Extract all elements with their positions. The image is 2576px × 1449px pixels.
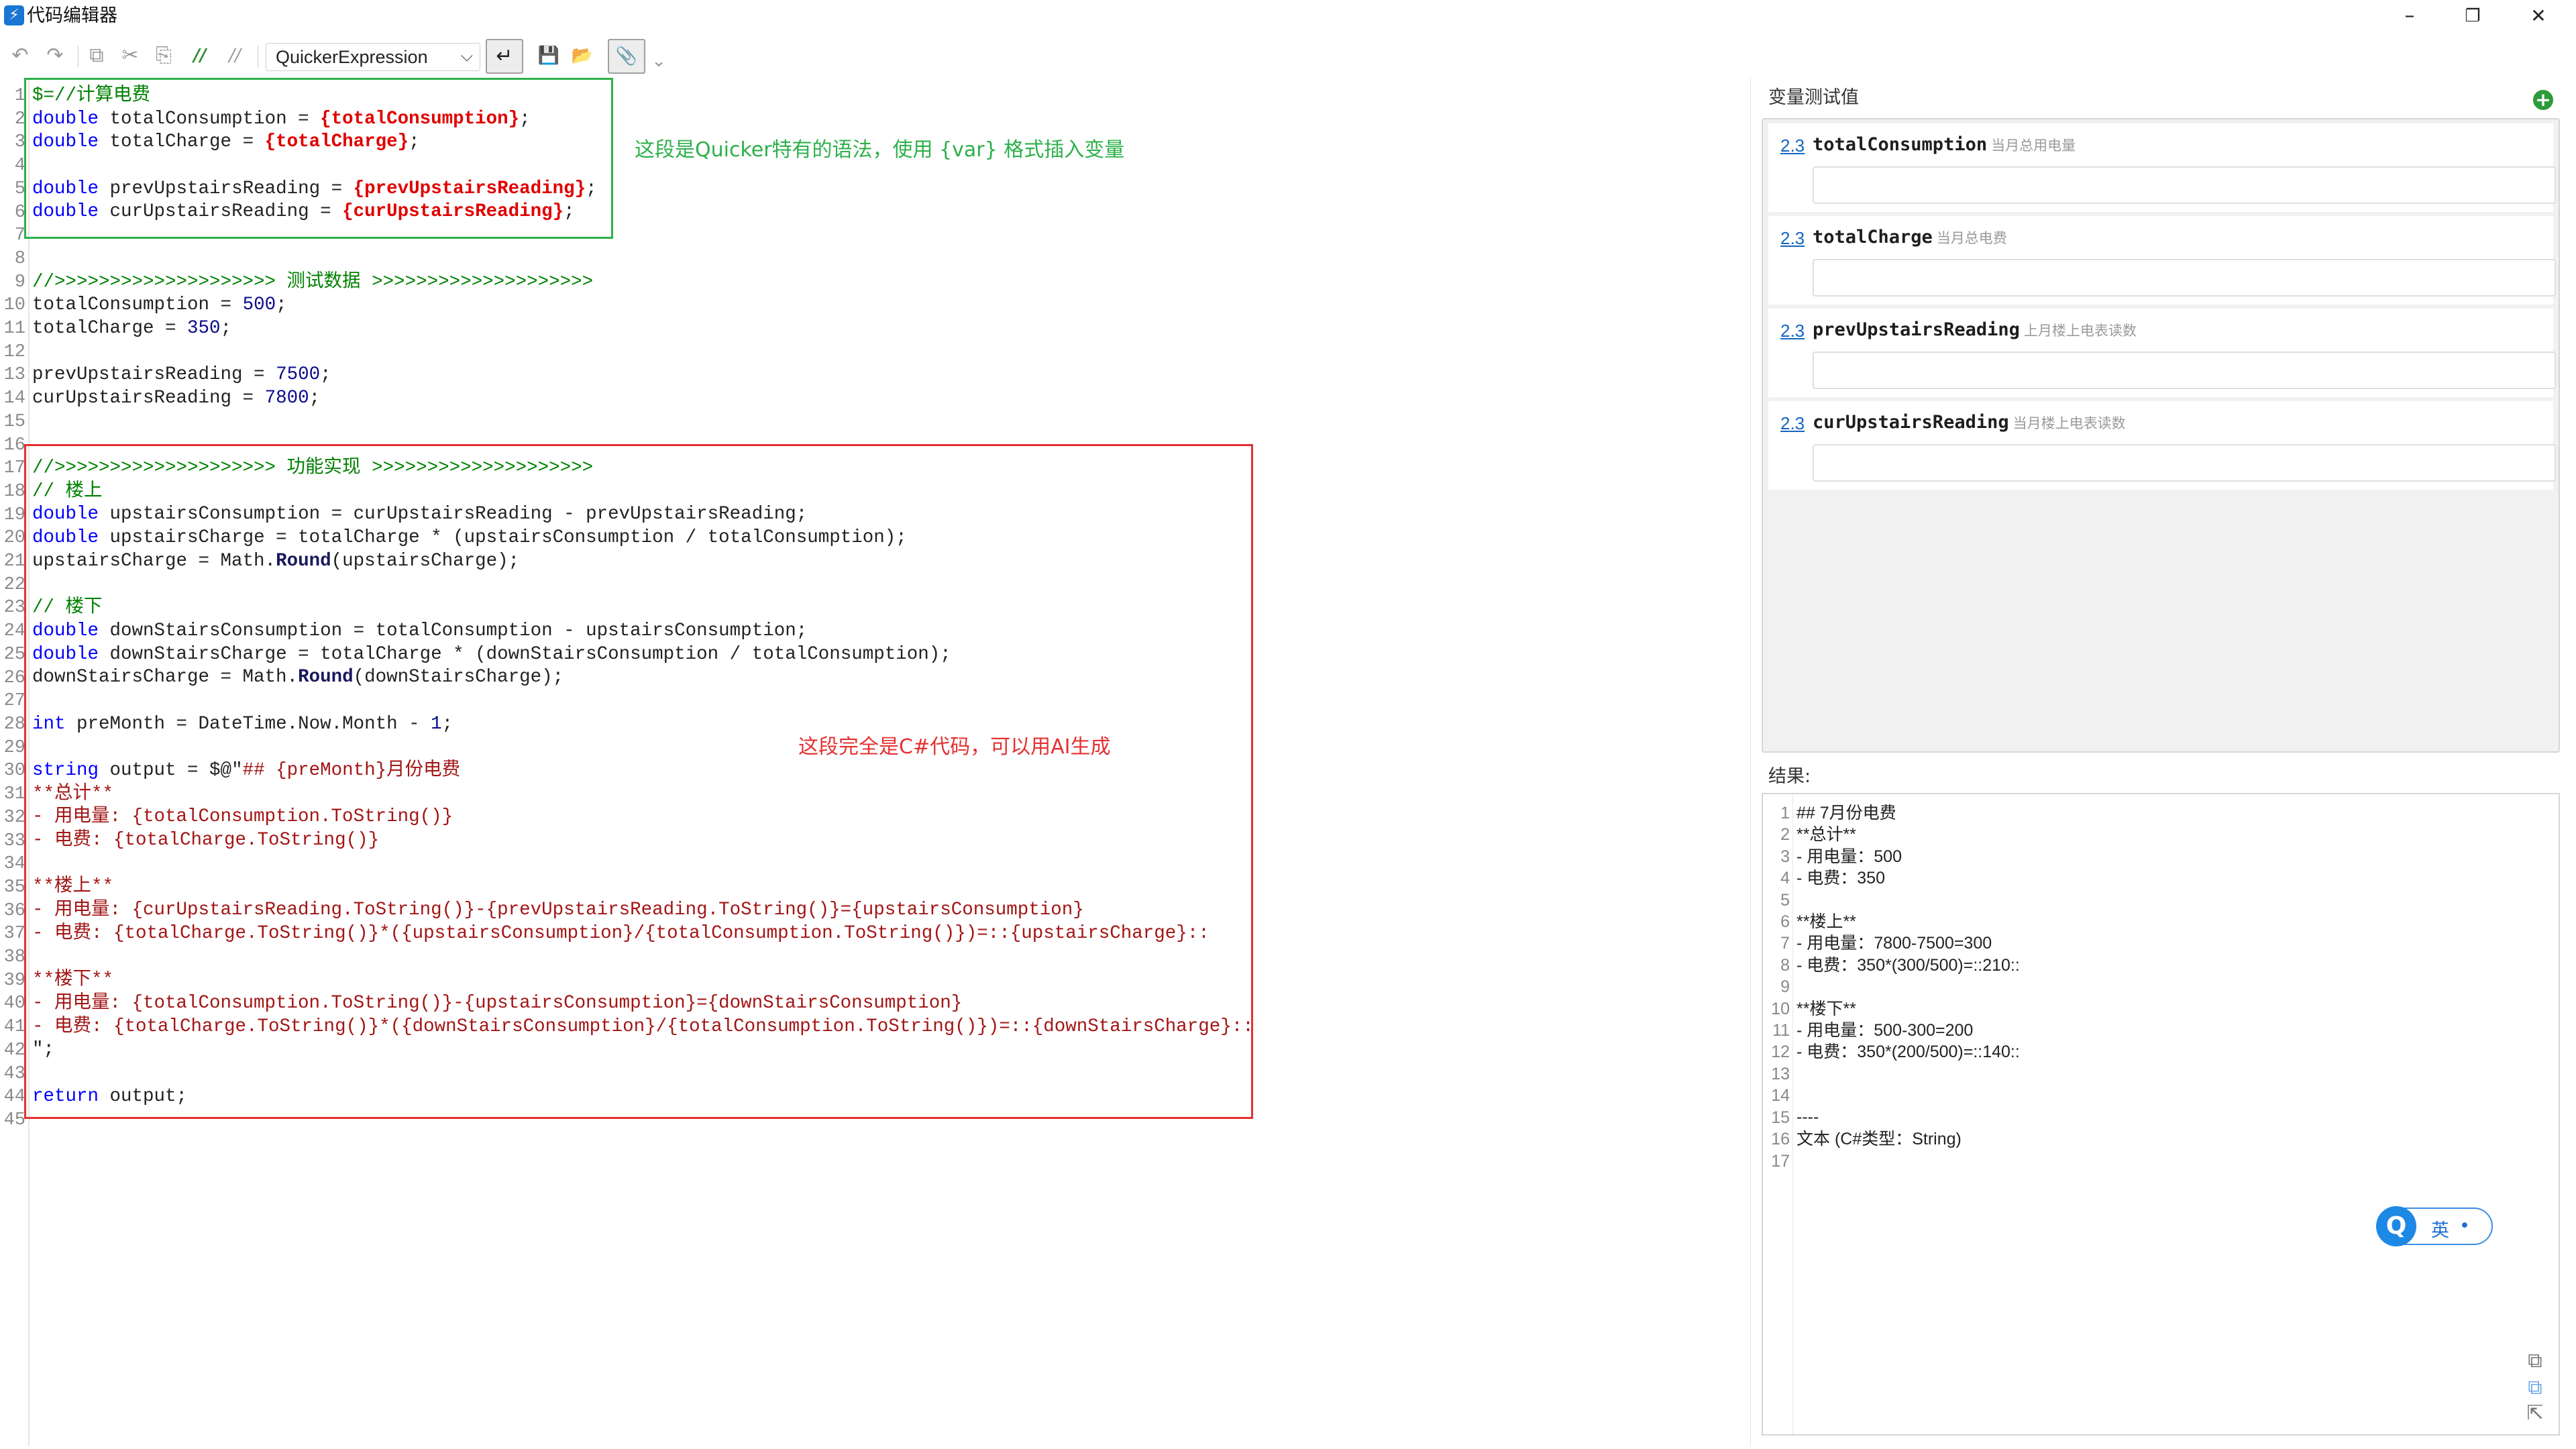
code-line: prevUpstairsReading = 7500; <box>32 364 331 386</box>
code-line: //>>>>>>>>>>>>>>>>>>>> 测试数据 >>>>>>>>>>>>… <box>32 271 594 292</box>
result-line: - 电费：350*(200/500)=::140:: <box>1796 1042 2020 1062</box>
toolbar: ↶ ↷ ⧉ ✂ ⎘ // // QuickerExpression ⌵ ↵ 💾 … <box>0 38 678 74</box>
result-text[interactable]: ## 7月份电费 **总计** - 用电量：500 - 电费：350 **楼上** - … <box>1796 802 2020 1172</box>
copy-icon[interactable]: ⧉ <box>83 42 110 70</box>
csharp-code-annotation: 这段完全是C#代码，可以用AI生成 <box>798 735 1111 759</box>
variable-name: curUpstairsReading 当月楼上电表读数 <box>1813 412 2126 433</box>
code-line: curUpstairsReading = 7800; <box>32 387 321 409</box>
copy-all-icon[interactable]: ⧉ <box>2524 1377 2546 1399</box>
redo-icon[interactable]: ↷ <box>42 42 68 70</box>
result-line: - 用电量：7800-7500=300 <box>1796 934 1992 953</box>
result-output[interactable]: 1 2 3 4 5 6 7 8 9 10 11 12 13 14 15 16 1… <box>1762 793 2560 1436</box>
ime-logo-icon: Q <box>2376 1206 2416 1246</box>
open-folder-icon[interactable]: 📂 <box>569 42 596 70</box>
ime-language-label[interactable]: 英 <box>2431 1216 2449 1242</box>
result-line: ## 7月份电费 <box>1796 804 1896 822</box>
ime-status-widget[interactable]: Q 英 • <box>2376 1206 2493 1246</box>
variable-name: totalCharge 当月总电费 <box>1813 227 2007 248</box>
quicker-syntax-annotation: 这段是Quicker特有的语法，使用 {var} 格式插入变量 <box>635 138 1125 162</box>
result-label: 结果: <box>1768 766 1811 787</box>
variables-panel-title: 变量测试值 <box>1768 87 1859 108</box>
save-icon[interactable]: 💾 <box>535 42 562 70</box>
maximize-button[interactable]: ❐ <box>2459 3 2486 30</box>
code-line: totalCharge = 350; <box>32 317 232 339</box>
number-type-icon[interactable]: 2.3 <box>1780 136 1805 156</box>
variable-card: 2.3 curUpstairsReading 当月楼上电表读数 <box>1768 401 2556 490</box>
uncomment-icon[interactable]: // <box>221 42 248 70</box>
pin-toggle-icon[interactable]: 📎 <box>608 39 645 74</box>
result-line: 文本 (C#类型：String) <box>1796 1129 1962 1148</box>
result-line: - 电费：350*(300/500)=::210:: <box>1796 955 2020 975</box>
chevron-down-icon: ⌵ <box>460 46 473 65</box>
result-line <box>1796 1150 2020 1171</box>
language-select-value: QuickerExpression <box>276 47 428 67</box>
result-line <box>1796 890 2020 911</box>
title-bar: ⚡ 代码编辑器 – ❐ ✕ <box>0 0 2576 34</box>
result-line: **楼上** <box>1796 912 1856 931</box>
code-line: totalConsumption = 500; <box>32 294 287 316</box>
variable-value-input[interactable] <box>1813 352 2556 389</box>
number-type-icon[interactable]: 2.3 <box>1780 413 1805 434</box>
result-line <box>1796 1085 2020 1106</box>
variable-card: 2.3 prevUpstairsReading 上月楼上电表读数 <box>1768 309 2556 397</box>
number-type-icon[interactable]: 2.3 <box>1780 228 1805 249</box>
result-line <box>1796 976 2020 998</box>
result-line: - 电费：350 <box>1796 869 1885 888</box>
csharp-code-highlight-box <box>24 444 1253 1119</box>
variable-name: totalConsumption 当月总用电量 <box>1813 134 2076 155</box>
window-title: 代码编辑器 <box>27 5 117 26</box>
result-line: **楼下** <box>1796 999 1856 1018</box>
variable-description: 当月总电费 <box>1936 230 2007 246</box>
comment-icon[interactable]: // <box>186 42 213 70</box>
language-select[interactable]: QuickerExpression ⌵ <box>266 43 480 71</box>
result-line: - 用电量：500 <box>1796 847 1902 866</box>
more-options-icon[interactable]: ⌄ <box>645 47 672 75</box>
quicker-syntax-highlight-box <box>24 78 613 239</box>
ime-punctuation-icon[interactable]: • <box>2459 1216 2470 1236</box>
result-line: **总计** <box>1796 825 1856 845</box>
variable-value-input[interactable] <box>1813 444 2556 482</box>
editor-divider <box>1750 78 1751 1446</box>
copy-result-icon[interactable]: ⧉ <box>2524 1350 2546 1373</box>
variable-description: 上月楼上电表读数 <box>2023 323 2137 339</box>
number-type-icon[interactable]: 2.3 <box>1780 321 1805 341</box>
variable-card: 2.3 totalCharge 当月总电费 <box>1768 216 2556 305</box>
result-line <box>1796 1063 2020 1085</box>
variable-description: 当月楼上电表读数 <box>2012 415 2126 431</box>
add-variable-button[interactable]: + <box>2533 90 2553 110</box>
code-editor[interactable]: 1 2 3 4 5 6 7 8 9 10 11 12 13 14 15 16 1… <box>0 78 1751 1446</box>
variable-card: 2.3 totalConsumption 当月总用电量 <box>1768 123 2556 212</box>
result-line: ---- <box>1796 1108 1819 1127</box>
variable-description: 当月总用电量 <box>1991 138 2076 154</box>
variables-panel: 2.3 totalConsumption 当月总用电量 2.3 totalChar… <box>1762 118 2560 753</box>
variable-name: prevUpstairsReading 上月楼上电表读数 <box>1813 319 2137 340</box>
result-line-numbers: 1 2 3 4 5 6 7 8 9 10 11 12 13 14 15 16 1… <box>1771 804 1790 1171</box>
variable-value-input[interactable] <box>1813 166 2556 204</box>
result-line: - 用电量：500-300=200 <box>1796 1020 1974 1040</box>
app-logo-icon: ⚡ <box>4 5 24 25</box>
paste-icon[interactable]: ⎘ <box>150 42 177 70</box>
line-numbers: 1 2 3 4 5 6 7 8 9 10 11 12 13 14 15 16 1… <box>3 86 25 1130</box>
word-wrap-toggle-icon[interactable]: ↵ <box>486 39 523 74</box>
minimize-button[interactable]: – <box>2396 3 2423 30</box>
expand-icon[interactable]: ⇱ <box>2524 1402 2546 1425</box>
undo-icon[interactable]: ↶ <box>7 42 34 70</box>
cut-icon[interactable]: ✂ <box>117 42 144 70</box>
result-gutter-divider <box>1792 794 1793 1434</box>
close-button[interactable]: ✕ <box>2525 3 2552 30</box>
variable-value-input[interactable] <box>1813 259 2556 297</box>
